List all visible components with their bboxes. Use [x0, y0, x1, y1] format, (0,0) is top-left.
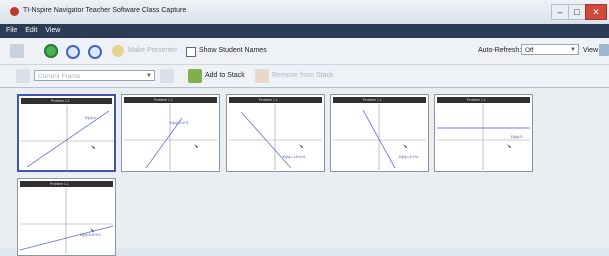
thumbnail-6[interactable]: Problem 1.1 f1(x)=0.5·x+1 — [17, 178, 116, 256]
show-student-names-label: Show Student Names — [199, 47, 267, 54]
thumbnail-2[interactable]: Problem 1.1 f1(x)=2·x+3 — [121, 94, 220, 172]
make-presenter-button[interactable]: Make Presenter — [128, 47, 177, 54]
grid-view-icon[interactable] — [599, 44, 609, 56]
window-title: TI-Nspire Navigator Teacher Software Cla… — [23, 7, 187, 14]
remove-from-stack-icon[interactable] — [255, 69, 269, 83]
graph-plot: f1(x)=-1.5·x+3 — [229, 104, 322, 170]
function-label: f1(x)=0.5·x+1 — [80, 233, 101, 237]
thumbnail-header: Problem 1.1 — [229, 97, 322, 103]
thumbnail-header-text: Problem 1.1 — [467, 98, 486, 102]
menu-bar: File Edit View — [0, 24, 609, 38]
graph-plot: f1(x)=x — [21, 105, 114, 171]
graph-plot: f1(x)=3 — [437, 104, 530, 170]
thumbnail-4[interactable]: Problem 1.1 f1(x)=-2·x+4 — [330, 94, 429, 172]
menu-view[interactable]: View — [45, 24, 60, 38]
function-graph-line — [26, 110, 110, 168]
stack-toolbar: Current Frame ▼ Add to Stack Remove from… — [0, 65, 609, 88]
add-to-stack-icon[interactable] — [188, 69, 202, 83]
function-label: f1(x)=2·x+3 — [170, 121, 188, 125]
function-label: f1(x)=-2·x+4 — [399, 155, 418, 159]
show-student-names-checkbox[interactable] — [186, 47, 196, 57]
close-button[interactable]: ✕ — [585, 4, 607, 20]
thumbnail-1[interactable]: Problem 1.1 f1(x)=x — [17, 94, 116, 172]
cursor-icon — [91, 145, 95, 149]
auto-refresh-label: Auto-Refresh: — [478, 47, 522, 54]
function-graph-line — [145, 117, 183, 169]
cursor-icon — [403, 144, 407, 148]
graph-plot: f1(x)=-2·x+4 — [333, 104, 426, 170]
chevron-down-icon: ▼ — [146, 73, 152, 79]
frame-icon[interactable] — [16, 69, 30, 83]
app-icon — [10, 7, 19, 16]
thumbnail-header: Problem 1.1 — [437, 97, 530, 103]
remove-from-stack-button[interactable]: Remove from Stack — [272, 72, 333, 79]
presenter-icon[interactable] — [112, 45, 124, 57]
function-label: f1(x)=3 — [511, 135, 522, 139]
thumbnail-5[interactable]: Problem 1.1 f1(x)=3 — [434, 94, 533, 172]
stack-icon[interactable] — [160, 69, 174, 83]
thumbnail-header-text: Problem 1.1 — [259, 98, 278, 102]
graph-plot: f1(x)=0.5·x+1 — [20, 188, 113, 254]
graph-plot: f1(x)=2·x+3 — [124, 104, 217, 170]
cursor-icon — [194, 144, 198, 148]
auto-refresh-select[interactable]: Off ▼ — [521, 44, 579, 55]
add-to-stack-button[interactable]: Add to Stack — [205, 72, 245, 79]
minimize-button[interactable]: – — [551, 4, 569, 20]
view-label: View — [583, 47, 599, 54]
class-capture-area: Problem 1.1 f1(x)=x Problem 1.1 f1(x)=2·x+… — [0, 88, 609, 256]
zoom-out-icon[interactable] — [88, 45, 102, 59]
thumbnail-header-text: Problem 1.1 — [154, 98, 173, 102]
frame-select[interactable]: Current Frame ▼ — [34, 70, 155, 81]
thumbnail-header: Problem 1.1 — [124, 97, 217, 103]
chevron-down-icon: ▼ — [570, 47, 576, 53]
thumbnail-header: Problem 1.1 — [21, 98, 112, 104]
refresh-icon[interactable] — [44, 44, 58, 58]
thumbnail-3[interactable]: Problem 1.1 f1(x)=-1.5·x+3 — [226, 94, 325, 172]
cursor-icon — [299, 144, 303, 148]
menu-file[interactable]: File — [6, 24, 17, 38]
function-label: f1(x)=x — [85, 116, 96, 120]
main-toolbar: Make Presenter Show Student Names Auto-R… — [0, 38, 609, 65]
cursor-icon — [507, 144, 511, 148]
thumbnail-header-text: Problem 1.1 — [363, 98, 382, 102]
maximize-button[interactable]: □ — [568, 4, 586, 20]
auto-refresh-value: Off — [525, 47, 534, 54]
screen-icon[interactable] — [10, 44, 24, 58]
frame-select-value: Current Frame — [38, 73, 81, 80]
thumbnail-header-text: Problem 1.1 — [51, 99, 70, 103]
zoom-in-icon[interactable] — [66, 45, 80, 59]
thumbnail-header-text: Problem 1.1 — [50, 182, 69, 186]
thumbnail-header: Problem 1.1 — [333, 97, 426, 103]
thumbnail-header: Problem 1.1 — [20, 181, 113, 187]
function-graph-line — [20, 225, 113, 251]
function-label: f1(x)=-1.5·x+3 — [283, 155, 305, 159]
title-bar: TI-Nspire Navigator Teacher Software Cla… — [0, 0, 609, 25]
menu-edit[interactable]: Edit — [25, 24, 37, 38]
